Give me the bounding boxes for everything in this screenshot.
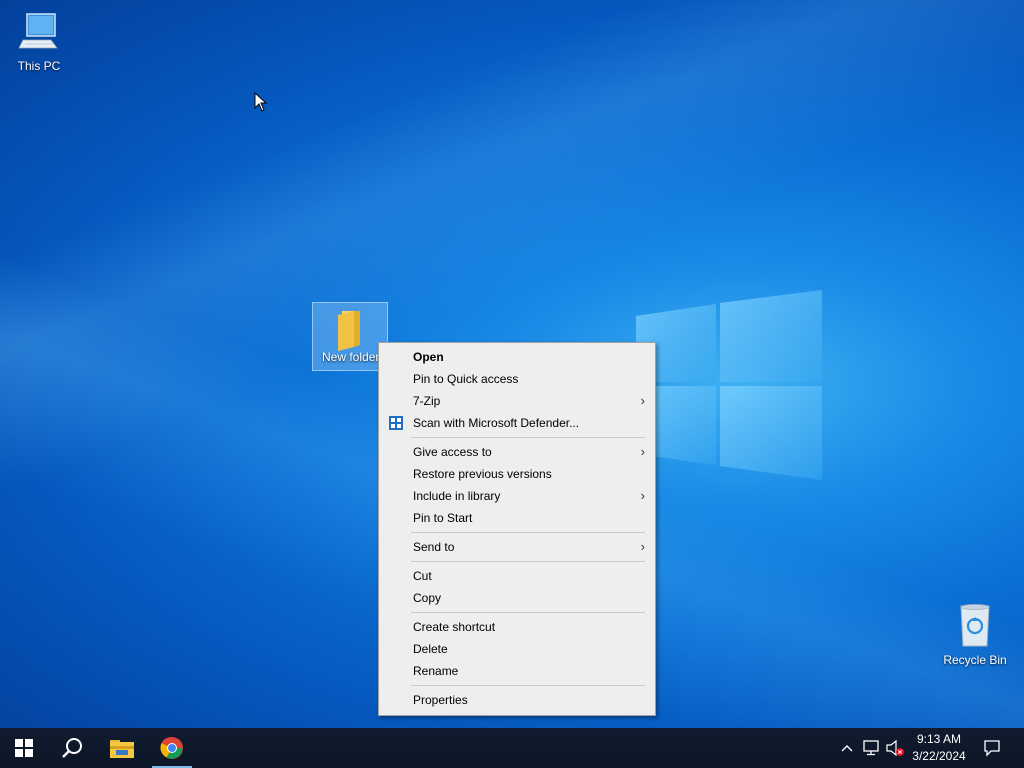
menu-item-label: Send to — [413, 540, 455, 554]
menu-item-7zip[interactable]: 7-Zip › — [379, 390, 655, 412]
menu-item-label: 7-Zip — [413, 394, 441, 408]
menu-separator — [411, 561, 645, 562]
menu-item-copy[interactable]: Copy — [379, 587, 655, 609]
clock-time: 9:13 AM — [916, 732, 962, 746]
windows-logo-wallpaper — [636, 290, 822, 480]
submenu-arrow-icon: › — [640, 488, 645, 503]
menu-item-restore-previous-versions[interactable]: Restore previous versions — [379, 463, 655, 485]
chrome-icon — [160, 736, 183, 759]
show-hidden-icons-button[interactable] — [838, 728, 856, 768]
desktop-icon-label: Recycle Bin — [943, 653, 1007, 667]
desktop-icon-label: New folder — [322, 350, 380, 364]
menu-item-send-to[interactable]: Send to › — [379, 536, 655, 558]
search-button[interactable] — [48, 728, 96, 768]
search-icon — [62, 738, 82, 758]
menu-item-rename[interactable]: Rename — [379, 660, 655, 682]
menu-item-pin-to-start[interactable]: Pin to Start — [379, 507, 655, 529]
menu-item-delete[interactable]: Delete — [379, 638, 655, 660]
desktop-icon-new-folder[interactable]: New folder — [312, 302, 388, 371]
recycle-bin-icon — [960, 604, 990, 647]
chevron-up-icon — [841, 745, 853, 752]
menu-item-label: Copy — [413, 591, 442, 605]
start-icon — [15, 739, 33, 757]
menu-item-label: Pin to Start — [413, 511, 473, 525]
menu-item-label: Give access to — [413, 445, 492, 459]
submenu-arrow-icon: › — [640, 539, 645, 554]
action-center-icon — [984, 740, 1000, 757]
menu-separator — [411, 437, 645, 438]
volume-button[interactable] — [884, 728, 906, 768]
menu-item-label: Create shortcut — [413, 620, 496, 634]
menu-item-include-in-library[interactable]: Include in library › — [379, 485, 655, 507]
menu-separator — [411, 612, 645, 613]
file-explorer-button[interactable] — [98, 728, 146, 768]
menu-item-label: Scan with Microsoft Defender... — [413, 416, 580, 430]
mouse-cursor-icon — [254, 92, 268, 112]
desktop-icon-recycle-bin[interactable]: Recycle Bin — [937, 602, 1013, 667]
menu-item-cut[interactable]: Cut — [379, 565, 655, 587]
menu-item-label: Properties — [413, 693, 468, 707]
menu-item-properties[interactable]: Properties — [379, 689, 655, 711]
menu-item-label: Delete — [413, 642, 448, 656]
defender-shield-icon — [389, 416, 403, 430]
menu-separator — [411, 532, 645, 533]
menu-separator — [411, 685, 645, 686]
desktop-icon-this-pc[interactable]: This PC — [1, 10, 77, 73]
menu-item-label: Rename — [413, 664, 459, 678]
clock-date: 3/22/2024 — [912, 749, 966, 763]
taskbar-clock[interactable]: 9:13 AM 3/22/2024 — [906, 731, 972, 765]
taskbar: 9:13 AM 3/22/2024 — [0, 728, 1024, 768]
menu-item-label: Cut — [413, 569, 432, 583]
start-button[interactable] — [0, 728, 48, 768]
context-menu: Open Pin to Quick access 7-Zip › Scan wit… — [378, 342, 656, 716]
volume-muted-icon — [886, 739, 904, 757]
menu-item-give-access-to[interactable]: Give access to › — [379, 441, 655, 463]
menu-item-pin-to-quick-access[interactable]: Pin to Quick access — [379, 368, 655, 390]
menu-item-label: Include in library — [413, 489, 501, 503]
file-explorer-icon — [110, 740, 134, 758]
action-center-button[interactable] — [978, 728, 1006, 768]
desktop-icon-label: This PC — [17, 59, 61, 73]
menu-item-open[interactable]: Open — [379, 346, 655, 368]
menu-item-scan-with-defender[interactable]: Scan with Microsoft Defender... — [379, 412, 655, 434]
computer-icon — [18, 13, 58, 49]
folder-icon — [338, 311, 360, 351]
menu-item-create-shortcut[interactable]: Create shortcut — [379, 616, 655, 638]
submenu-arrow-icon: › — [640, 393, 645, 408]
menu-item-label: Restore previous versions — [413, 467, 552, 481]
submenu-arrow-icon: › — [640, 444, 645, 459]
menu-item-label: Open — [413, 350, 444, 364]
network-icon — [863, 740, 879, 756]
chrome-button[interactable] — [148, 728, 196, 768]
menu-item-label: Pin to Quick access — [413, 372, 519, 386]
network-button[interactable] — [860, 728, 882, 768]
